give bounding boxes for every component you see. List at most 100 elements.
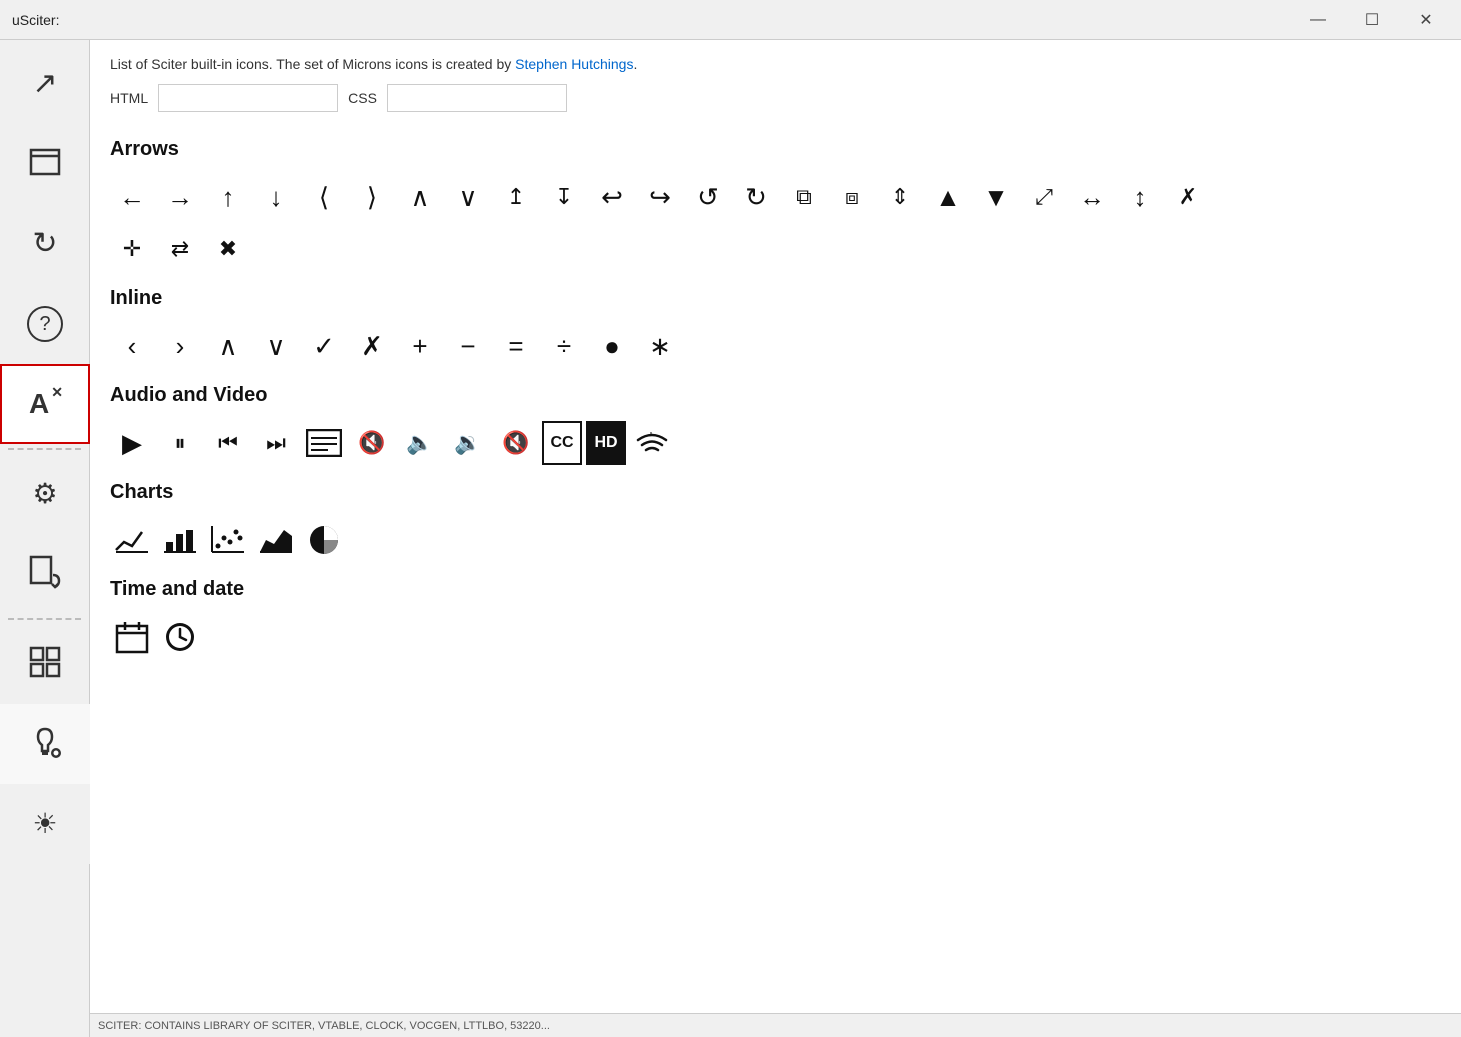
window-controls: — ☐ ✕ — [1295, 6, 1449, 34]
arrows-icons-row2: ✛ ⇄ ✖ — [110, 227, 1441, 271]
icon-swap-x[interactable]: ✖ — [206, 227, 250, 271]
icon-triangle-down[interactable]: ▼ — [974, 175, 1018, 219]
icon-subtitles[interactable] — [302, 421, 346, 465]
icon-triangle-up[interactable]: ▲ — [926, 175, 970, 219]
icon-caret-up[interactable]: ∧ — [398, 175, 442, 219]
css-input[interactable] — [387, 84, 567, 112]
settings-icon: ⚙ — [32, 480, 57, 508]
icon-rotate-ccw[interactable]: ↺ — [686, 175, 730, 219]
icon-list-scroll[interactable]: Arrows ← → ↑ ↓ ⟨ ⟩ ∧ ∨ ↥ ↧ ↩ ↪ ↺ ↻ ⧉ ⧈ ⇕… — [90, 122, 1461, 1013]
icon-arrow-horizontal[interactable]: ↔ — [1070, 175, 1114, 219]
sidebar-item-document[interactable] — [0, 534, 90, 614]
sidebar-item-sun[interactable]: ☀ — [0, 784, 90, 864]
icon-arrow-return-right[interactable]: ↪ — [638, 175, 682, 219]
icon-arrows-expand-v[interactable]: ⇕ — [878, 175, 922, 219]
help-icon: ? — [27, 306, 63, 342]
icon-arrow-down-bar[interactable]: ↧ — [542, 175, 586, 219]
icon-caret-down[interactable]: ∨ — [446, 175, 490, 219]
grid-icon — [29, 646, 61, 683]
close-button[interactable]: ✕ — [1403, 6, 1449, 34]
launch-icon: ↗︎ — [32, 69, 57, 99]
icon-inline-asterisk[interactable]: ∗ — [638, 324, 682, 368]
icon-inline-caret-down[interactable]: ∨ — [254, 324, 298, 368]
icon-close-x[interactable]: ✗ — [1166, 175, 1210, 219]
icon-scatter-chart[interactable] — [206, 518, 250, 562]
icon-arrow-down[interactable]: ↓ — [254, 175, 298, 219]
icon-calendar[interactable] — [110, 615, 154, 659]
icon-pie-chart[interactable] — [302, 518, 346, 562]
audio-video-section-title: Audio and Video — [110, 384, 1441, 407]
icon-chevron-right[interactable]: ⟩ — [350, 175, 394, 219]
icon-inline-check[interactable]: ✓ — [302, 324, 346, 368]
bulb-settings-icon — [28, 725, 62, 764]
icon-cc[interactable]: CC — [542, 421, 582, 465]
icon-rotate-cw[interactable]: ↻ — [734, 175, 778, 219]
icon-skip-forward[interactable]: ⏭ — [254, 421, 298, 465]
icon-external[interactable]: ⧉ — [782, 175, 826, 219]
icon-inline-dot[interactable]: ● — [590, 324, 634, 368]
icon-bar-chart[interactable] — [158, 518, 202, 562]
status-text: SCITER: CONTAINS LIBRARY OF SCITER, VTAB… — [98, 1020, 550, 1032]
icon-inline-chevron-left[interactable]: ‹ — [110, 324, 154, 368]
icon-hd[interactable]: HD — [586, 421, 626, 465]
icon-area-chart[interactable] — [254, 518, 298, 562]
icon-inline-divide[interactable]: ÷ — [542, 324, 586, 368]
icon-clock[interactable] — [158, 615, 202, 659]
refresh-icon: ↻ — [32, 229, 57, 259]
sidebar-item-nav2[interactable] — [0, 124, 90, 204]
icon-inline-caret-up[interactable]: ∧ — [206, 324, 250, 368]
charts-icons-row — [110, 518, 1441, 562]
inline-section-title: Inline — [110, 287, 1441, 310]
document-refresh-icon — [29, 555, 61, 594]
sidebar-item-icons[interactable]: A✕ — [0, 364, 90, 444]
icon-expand-box[interactable]: ⧈ — [830, 175, 874, 219]
sidebar: ↗︎ ↻ ? A✕ ⚙ — [0, 40, 90, 1037]
icon-line-chart[interactable] — [110, 518, 154, 562]
icon-expand-diagonal[interactable]: ⤢ — [1022, 175, 1066, 219]
html-input[interactable] — [158, 84, 338, 112]
icon-skip-back[interactable]: ⏮ — [206, 421, 250, 465]
icon-inline-minus[interactable]: − — [446, 324, 490, 368]
sidebar-item-settings[interactable]: ⚙ — [0, 454, 90, 534]
sidebar-item-grid[interactable] — [0, 624, 90, 704]
title-bar: uSciter: — ☐ ✕ — [0, 0, 1461, 40]
sidebar-item-nav3[interactable]: ↻ — [0, 204, 90, 284]
maximize-button[interactable]: ☐ — [1349, 6, 1395, 34]
arrows-section-title: Arrows — [110, 138, 1441, 161]
author-link[interactable]: Stephen Hutchings — [515, 56, 633, 72]
main-content: List of Sciter built-in icons. The set o… — [90, 40, 1461, 1037]
icon-move[interactable]: ✛ — [110, 227, 154, 271]
sidebar-item-help[interactable]: ? — [0, 284, 90, 364]
sidebar-item-nav1[interactable]: ↗︎ — [0, 44, 90, 124]
icon-chevron-left[interactable]: ⟨ — [302, 175, 346, 219]
window-icon — [29, 148, 61, 180]
icon-inline-equals[interactable]: = — [494, 324, 538, 368]
sidebar-item-bulb[interactable] — [0, 704, 90, 784]
css-label: CSS — [348, 90, 377, 106]
icon-arrow-vertical[interactable]: ↕ — [1118, 175, 1162, 219]
minimize-button[interactable]: — — [1295, 6, 1341, 34]
icon-arrow-up[interactable]: ↑ — [206, 175, 250, 219]
icon-inline-plus[interactable]: + — [398, 324, 442, 368]
icon-swap-h[interactable]: ⇄ — [158, 227, 202, 271]
icon-volume-mid[interactable]: 🔉 — [446, 421, 490, 465]
icon-arrow-up-bar[interactable]: ↥ — [494, 175, 538, 219]
icon-volume-low[interactable]: 🔈 — [398, 421, 442, 465]
sidebar-divider — [8, 448, 81, 450]
icon-pause[interactable]: ⏸ — [158, 421, 202, 465]
icon-play[interactable]: ▶ — [110, 421, 154, 465]
charts-section-title: Charts — [110, 481, 1441, 504]
time-date-icons-row — [110, 615, 1441, 659]
icon-arrow-right[interactable]: → — [158, 175, 202, 219]
icon-wifi[interactable] — [630, 421, 674, 465]
icon-inline-x[interactable]: ✗ — [350, 324, 394, 368]
icon-inline-chevron-right[interactable]: › — [158, 324, 202, 368]
icon-arrow-return-left[interactable]: ↩ — [590, 175, 634, 219]
icon-volume-muted[interactable]: 🔇 — [494, 421, 538, 465]
description-text: List of Sciter built-in icons. The set o… — [110, 56, 1441, 72]
icon-volume-off[interactable]: 🔇 — [350, 421, 394, 465]
app-body: ↗︎ ↻ ? A✕ ⚙ — [0, 40, 1461, 1037]
audio-video-icons-row: ▶ ⏸ ⏮ ⏭ 🔇 🔈 🔉 🔇 CC HD — [110, 421, 1441, 465]
sidebar-divider-2 — [8, 618, 81, 620]
icon-arrow-left[interactable]: ← — [110, 175, 154, 219]
